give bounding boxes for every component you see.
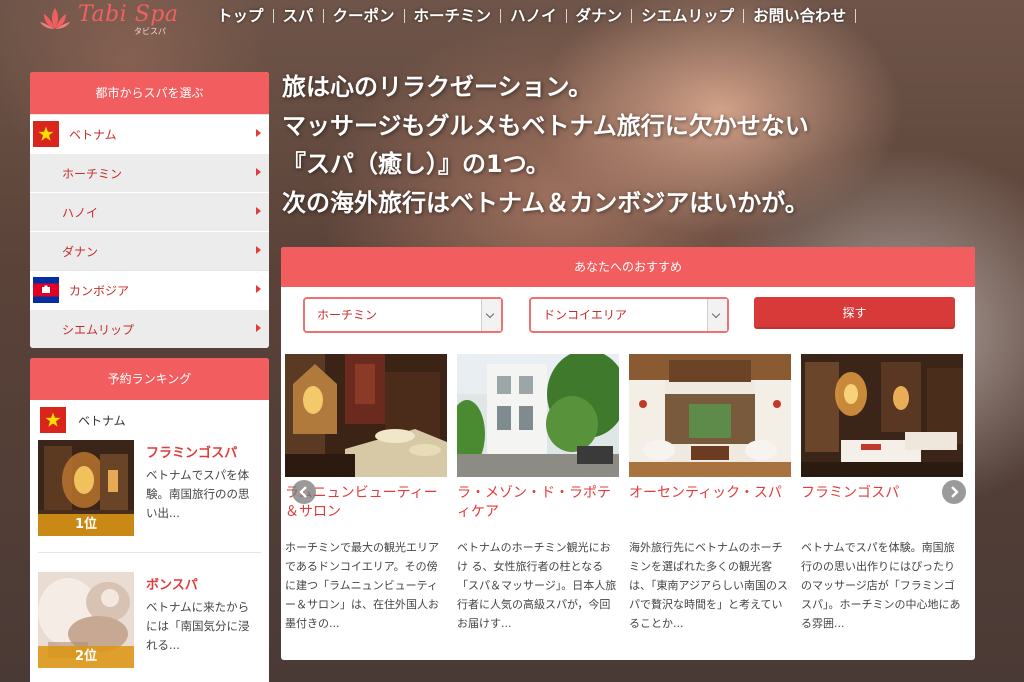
nav-contact[interactable]: お問い合わせ: [744, 4, 855, 28]
city-label: ホーチミン: [62, 166, 123, 181]
ranking-spa-desc: ベトナムに来たからには「南国気分に浸れる...: [146, 600, 250, 652]
hero-line: 次の海外旅行はベトナム＆カンボジアはいかが。: [282, 188, 809, 217]
area-select[interactable]: ホーチミン: [303, 297, 503, 333]
search-button[interactable]: 探す: [754, 297, 955, 329]
spa-card-title[interactable]: ラ・メゾン・ド・ラポティケア: [457, 484, 619, 522]
spa-card-desc: 海外旅行先にベトナムのホーチミンを選ばれた多くの観光客は、「東南アジアらしい南国…: [629, 541, 789, 630]
spa-card[interactable]: ラムニュンビューティー＆サロン ホーチミンで最大の観光エリアであるドンコイエリア…: [285, 354, 447, 654]
country-item-cambodia[interactable]: カンボジア: [30, 270, 269, 309]
main-nav: トップ スパ クーポン ホーチミン ハノイ ダナン シエムリップ お問い合わせ: [208, 4, 857, 28]
city-panel-title: 都市からスパを選ぶ: [30, 72, 269, 114]
spa-card-desc: ベトナムのホーチミン観光におけ る、女性旅行者の柱となる「スパ＆マッサージ」。日…: [457, 541, 617, 630]
chevron-right-icon: [256, 285, 261, 293]
rank-badge: 2位: [38, 646, 134, 668]
chevron-right-icon: [256, 246, 261, 254]
cambodia-flag-icon: [33, 277, 59, 303]
country-label: ベトナム: [69, 127, 117, 142]
nav-spa[interactable]: スパ: [274, 4, 323, 28]
chevron-left-icon: [299, 486, 307, 498]
city-selector-panel: 都市からスパを選ぶ ベトナム ホーチミン ハノイ ダナン カンボジア シエムリッ…: [30, 72, 269, 348]
district-select[interactable]: ドンコイエリア: [529, 297, 729, 333]
district-select-value: ドンコイエリア: [543, 308, 627, 322]
city-label: シエムリップ: [62, 322, 135, 337]
vietnam-flag-icon: [33, 121, 59, 147]
spa-card[interactable]: フラミンゴスパ ベトナムでスパを体験。南国旅行のの思い出作りにはぴったりのマッサ…: [801, 354, 963, 654]
ranking-item[interactable]: 2位 ボンスパ ベトナムに来たからには「南国気分に浸れる...: [30, 558, 269, 676]
country-item-vietnam[interactable]: ベトナム: [30, 114, 269, 153]
country-label: カンボジア: [69, 283, 130, 298]
nav-siemreap[interactable]: シエムリップ: [632, 4, 743, 28]
carousel-prev-button[interactable]: [292, 480, 316, 504]
ranking-spa-desc: ベトナムでスパを体験。南国旅行のの思い出...: [146, 468, 250, 520]
nav-hochiminh[interactable]: ホーチミン: [405, 4, 501, 28]
city-item-hanoi[interactable]: ハノイ: [30, 192, 269, 231]
chevron-down-icon[interactable]: [707, 299, 727, 331]
city-label: ハノイ: [62, 205, 99, 220]
chevron-right-icon: [256, 324, 261, 332]
logo-text: Tabi Spa: [78, 2, 179, 27]
hero-line: マッサージもグルメもベトナム旅行に欠かせない: [282, 111, 809, 140]
carousel-next-button[interactable]: [942, 480, 966, 504]
spa-card-title[interactable]: フラミンゴスパ: [801, 484, 963, 503]
nav-coupon[interactable]: クーポン: [324, 4, 404, 28]
chevron-down-icon[interactable]: [481, 299, 501, 331]
spa-card-image[interactable]: [801, 354, 963, 477]
nav-divider: [855, 9, 857, 23]
ranking-panel-title: 予約ランキング: [30, 358, 269, 400]
ranking-country: ベトナム: [30, 400, 269, 440]
ranking-spa-name[interactable]: ボンスパ: [146, 574, 198, 593]
spa-card-desc: ホーチミンで最大の観光エリアであるドンコイエリア。その傍に建つ「ラムニュンビュー…: [285, 541, 439, 630]
spa-card-image[interactable]: [285, 354, 447, 477]
hero-text: 旅は心のリラクゼーション。 マッサージもグルメもベトナム旅行に欠かせない 『スパ…: [282, 68, 982, 222]
spa-card-image[interactable]: [457, 354, 619, 477]
recommend-panel-title: あなたへのおすすめ: [281, 247, 975, 287]
area-select-value: ホーチミン: [317, 308, 378, 322]
city-item-siemreap[interactable]: シエムリップ: [30, 309, 269, 348]
city-item-hochiminh[interactable]: ホーチミン: [30, 153, 269, 192]
site-header: Tabi Spa タビスパ トップ スパ クーポン ホーチミン ハノイ ダナン …: [0, 0, 1024, 36]
nav-hanoi[interactable]: ハノイ: [501, 4, 566, 28]
ranking-country-label: ベトナム: [78, 413, 126, 428]
spa-card[interactable]: オーセンティック・スパ 海外旅行先にベトナムのホーチミンを選ばれた多くの観光客は…: [629, 354, 791, 654]
spa-card[interactable]: ラ・メゾン・ド・ラポティケア ベトナムのホーチミン観光におけ る、女性旅行者の柱…: [457, 354, 619, 654]
chevron-right-icon: [256, 207, 261, 215]
ranking-item[interactable]: 1位 フラミンゴスパ ベトナムでスパを体験。南国旅行のの思い出...: [30, 440, 269, 558]
spa-card-desc: ベトナムでスパを体験。南国旅行のの思い出作りにはぴったりのマッサージ店が「フラミ…: [801, 541, 961, 630]
chevron-right-icon: [256, 168, 261, 176]
city-label: ダナン: [62, 244, 99, 259]
logo-subtext: タビスパ: [134, 27, 166, 36]
ranking-thumbnail[interactable]: 2位: [38, 572, 134, 668]
spa-card-image[interactable]: [629, 354, 791, 477]
spa-card-title[interactable]: オーセンティック・スパ: [629, 484, 791, 503]
ranking-thumbnail[interactable]: 1位: [38, 440, 134, 536]
rank-badge: 1位: [38, 514, 134, 536]
ranking-spa-name[interactable]: フラミンゴスパ: [146, 442, 237, 461]
divider: [38, 552, 261, 553]
hero-line: 『スパ（癒し）』の1つ。: [282, 150, 550, 178]
chevron-right-icon: [951, 486, 959, 498]
city-item-danang[interactable]: ダナン: [30, 231, 269, 270]
recommend-panel: あなたへのおすすめ ホーチミン ドンコイエリア 探す ラムニュンビューティー＆サ…: [281, 247, 975, 660]
lotus-logo-icon: [40, 8, 70, 29]
chevron-right-icon: [256, 129, 261, 137]
ranking-panel: 予約ランキング ベトナム 1位 フラミンゴスパ ベトナムでスパを体験。南国旅行の…: [30, 358, 269, 682]
hero-line: 旅は心のリラクゼーション。: [282, 73, 593, 101]
vietnam-flag-icon: [40, 407, 66, 433]
site-logo[interactable]: Tabi Spa タビスパ: [38, 2, 188, 36]
nav-danang[interactable]: ダナン: [567, 4, 632, 28]
nav-top[interactable]: トップ: [208, 4, 273, 28]
